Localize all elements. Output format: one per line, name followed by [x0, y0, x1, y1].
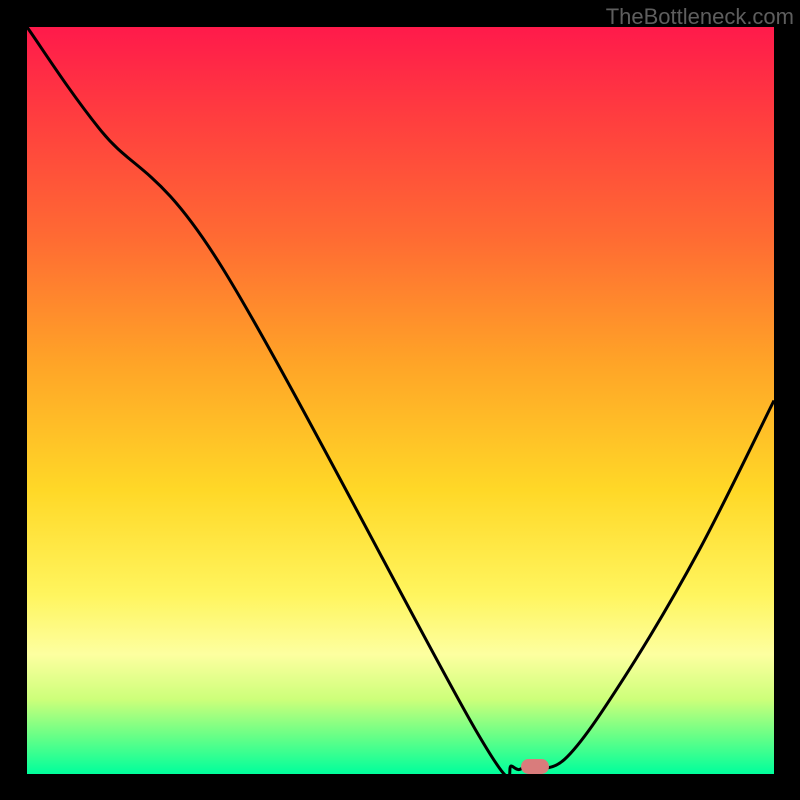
optimal-point-marker	[521, 759, 549, 774]
bottleneck-curve-path	[27, 27, 774, 774]
watermark-text: TheBottleneck.com	[606, 4, 794, 30]
chart-plot-area	[27, 27, 774, 774]
chart-frame: TheBottleneck.com	[0, 0, 800, 800]
chart-line-layer	[27, 27, 774, 774]
